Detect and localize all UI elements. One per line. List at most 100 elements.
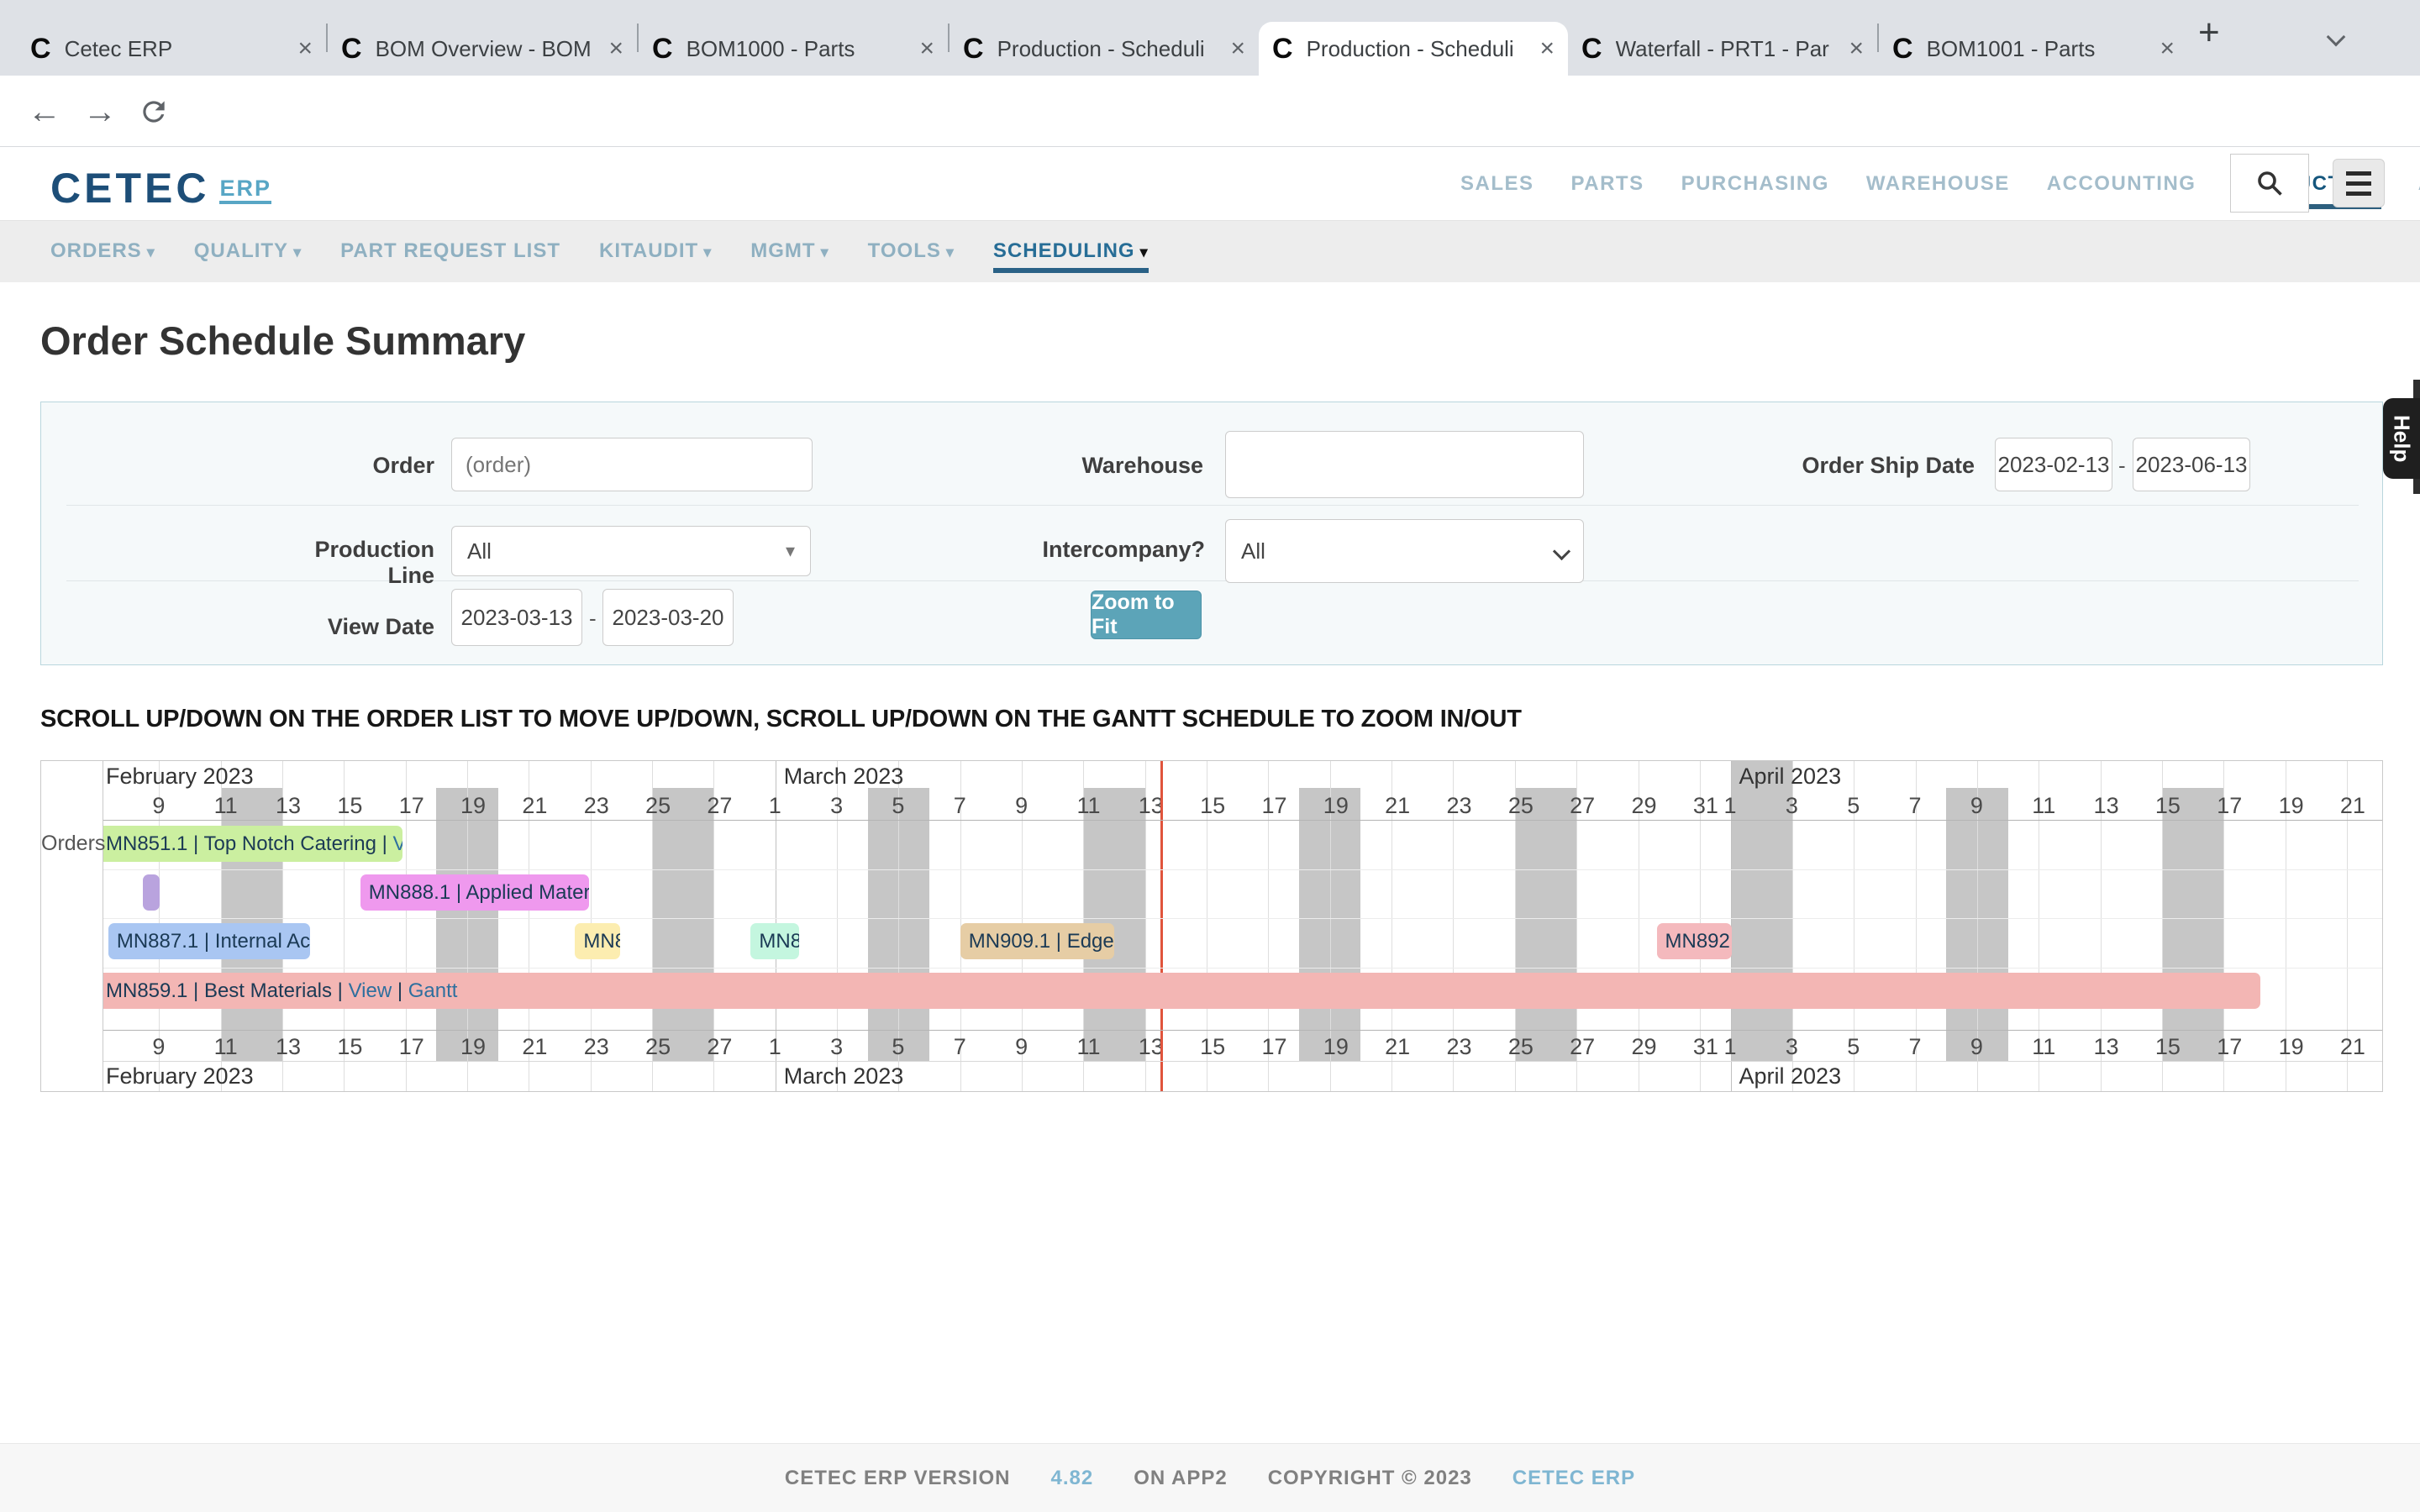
- month-label: April 2023: [1739, 764, 1842, 790]
- day-label: 27: [1570, 1034, 1595, 1060]
- month-label: February 2023: [106, 1063, 254, 1089]
- gantt-timeline[interactable]: 7799111113131515171719192121232325252727…: [103, 761, 2382, 1091]
- back-icon[interactable]: ←: [24, 91, 66, 133]
- day-label: 11: [2032, 793, 2055, 819]
- subnav-item-kitaudit[interactable]: KITAUDIT▾: [599, 231, 712, 273]
- gantt-footer-divider: [41, 1061, 2382, 1062]
- nav-item-purchasing[interactable]: PURCHASING: [1681, 159, 1829, 209]
- date-range-dash: -: [589, 606, 597, 632]
- gantt-bar[interactable]: MN87: [750, 923, 799, 959]
- day-label: 15: [337, 793, 362, 819]
- view-date-to[interactable]: 2023-03-20: [602, 589, 734, 646]
- bar-link-gantt[interactable]: Gantt: [408, 979, 458, 1002]
- tab-close-icon[interactable]: ×: [1230, 34, 1245, 63]
- tab-title: Cetec ERP: [65, 36, 288, 62]
- day-label: 19: [460, 1034, 486, 1060]
- cetec-favicon-icon: C: [1581, 33, 1602, 66]
- footer-link[interactable]: 4.82: [1050, 1467, 1093, 1490]
- browser-tab[interactable]: CCetec ERP×: [17, 22, 326, 76]
- day-label: 7: [954, 1034, 966, 1060]
- cetec-favicon-icon: C: [1892, 33, 1913, 66]
- tab-strip: CCetec ERP×CBOM Overview - BOM×CBOM1000 …: [0, 0, 2420, 76]
- new-tab-button[interactable]: +: [2198, 12, 2220, 54]
- ship-date-to[interactable]: 2023-06-13: [2133, 438, 2250, 491]
- footer-link[interactable]: CETEC ERP: [1512, 1467, 1635, 1490]
- bar-link-view[interactable]: View: [393, 832, 402, 855]
- nav-item-accounting[interactable]: ACCOUNTING: [2047, 159, 2196, 209]
- gantt-bar[interactable]: MN892.1: [1657, 923, 1732, 959]
- browser-tab[interactable]: CBOM1001 - Parts×: [1879, 22, 2188, 76]
- warehouse-input[interactable]: [1225, 431, 1584, 498]
- gantt-bar[interactable]: MN89: [575, 923, 619, 959]
- tab-close-icon[interactable]: ×: [1539, 34, 1555, 63]
- page-title: Order Schedule Summary: [40, 318, 525, 364]
- subnav-item-quality[interactable]: QUALITY▾: [194, 231, 302, 273]
- day-label: 11: [1076, 1034, 1100, 1060]
- hamburger-menu-button[interactable]: [2333, 159, 2385, 207]
- nav-item-sales[interactable]: SALES: [1460, 159, 1534, 209]
- subnav-item-scheduling[interactable]: SCHEDULING▾: [993, 231, 1149, 273]
- day-label: 13: [2094, 793, 2119, 819]
- view-date-from[interactable]: 2023-03-13: [451, 589, 582, 646]
- gantt-bar[interactable]: MN888.1 | Applied Materials, In: [360, 874, 589, 911]
- nav-item-warehouse[interactable]: WAREHOUSE: [1866, 159, 2010, 209]
- zoom-to-fit-button[interactable]: Zoom to Fit: [1091, 591, 1202, 639]
- bar-link-view[interactable]: View: [349, 979, 392, 1002]
- subnav-item-mgmt[interactable]: MGMT▾: [750, 231, 829, 273]
- gantt-bar[interactable]: MN851.1 | Top Notch Catering | View | Ga: [103, 826, 402, 862]
- tab-search-chevron-icon[interactable]: [2329, 30, 2343, 48]
- day-label: 3: [1786, 1034, 1798, 1060]
- month-label: April 2023: [1739, 1063, 1842, 1089]
- production-subnav: ORDERS▾ QUALITY▾ PART REQUEST LIST KITAUDIT…: [0, 220, 2420, 282]
- day-label: 1: [1724, 793, 1737, 819]
- month-label: March 2023: [784, 764, 904, 790]
- intercompany-select[interactable]: All: [1225, 519, 1584, 583]
- order-label: Order: [308, 453, 434, 479]
- subnav-item-orders[interactable]: ORDERS▾: [50, 231, 155, 273]
- search-button[interactable]: [2230, 154, 2309, 213]
- tab-close-icon[interactable]: ×: [608, 34, 623, 63]
- day-label: 11: [214, 793, 238, 819]
- day-label: 9: [1970, 1034, 1983, 1060]
- app-header: CETECERP SALES PARTS PURCHASING WAREHOUSE AC…: [0, 147, 2420, 220]
- browser-tab[interactable]: CBOM Overview - BOM×: [328, 22, 637, 76]
- tab-close-icon[interactable]: ×: [1849, 34, 1864, 63]
- gantt-bar[interactable]: MN909.1 | Edge Pro: [960, 923, 1114, 959]
- browser-tab[interactable]: CWaterfall - PRT1 - Par×: [1568, 22, 1877, 76]
- cetec-logo[interactable]: CETECERP: [50, 164, 271, 213]
- gantt-bar[interactable]: MN887.1 | Internal Account: [108, 923, 310, 959]
- tab-close-icon[interactable]: ×: [919, 34, 934, 63]
- forward-icon[interactable]: →: [79, 91, 121, 133]
- scroll-instructions: SCROLL UP/DOWN ON THE ORDER LIST TO MOVE…: [40, 706, 1522, 733]
- day-label: 19: [1323, 793, 1349, 819]
- day-label: 21: [2340, 1034, 2365, 1060]
- logo-main: CETEC: [50, 165, 209, 212]
- subnav-item-tools[interactable]: TOOLS▾: [868, 231, 955, 273]
- month-label: March 2023: [784, 1063, 904, 1089]
- day-label: 21: [2340, 793, 2365, 819]
- production-line-select[interactable]: All▾: [451, 526, 811, 576]
- reload-icon[interactable]: [133, 91, 175, 133]
- day-label: 5: [1847, 1034, 1860, 1060]
- gantt-row-divider: [41, 968, 2382, 969]
- warehouse-label: Warehouse: [1035, 453, 1203, 479]
- panel-divider: [66, 505, 2359, 506]
- browser-tab[interactable]: CProduction - Scheduli×: [950, 22, 1259, 76]
- subnav-item-part-request-list[interactable]: PART REQUEST LIST: [340, 231, 560, 273]
- day-label: 3: [1786, 793, 1798, 819]
- day-label: 17: [2217, 1034, 2242, 1060]
- nav-item-parts[interactable]: PARTS: [1571, 159, 1644, 209]
- gantt-bar[interactable]: [143, 874, 160, 911]
- gantt-chart[interactable]: 7799111113131515171719192121232325252727…: [40, 760, 2383, 1092]
- order-input[interactable]: [451, 438, 813, 491]
- browser-tab[interactable]: CProduction - Scheduli×: [1259, 22, 1568, 76]
- ship-date-from[interactable]: 2023-02-13: [1995, 438, 2112, 491]
- tab-close-icon[interactable]: ×: [2160, 34, 2175, 63]
- gantt-bar[interactable]: MN859.1 | Best Materials | View | Gantt: [103, 973, 2260, 1009]
- tab-close-icon[interactable]: ×: [297, 34, 313, 63]
- browser-tab[interactable]: CBOM1000 - Parts×: [639, 22, 948, 76]
- day-label: 25: [1508, 793, 1534, 819]
- help-tab[interactable]: Help: [2383, 398, 2420, 479]
- day-label: 1: [769, 1034, 781, 1060]
- day-label: 31: [1693, 1034, 1718, 1060]
